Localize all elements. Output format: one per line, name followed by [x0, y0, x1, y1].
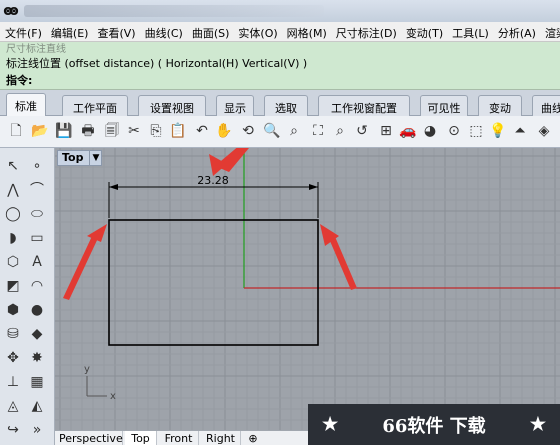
- watermark-star-left-icon: ★: [322, 414, 339, 435]
- toolbar-tab-bar: 标准 工作平面 设置视图 显示 选取 工作视窗配置 可见性 变动 曲线: [0, 90, 560, 117]
- shaded-view-icon[interactable]: ◕: [420, 121, 440, 141]
- tab-6[interactable]: 可见性: [420, 95, 468, 116]
- cylinder-icon[interactable]: ⛁: [3, 324, 23, 344]
- tab-1[interactable]: 工作平面: [62, 95, 128, 116]
- viewport-menu-caret-icon[interactable]: ▼: [89, 151, 99, 165]
- tab-5[interactable]: 工作视窗配置: [318, 95, 410, 116]
- menu-item[interactable]: 查看(V): [92, 22, 139, 41]
- title-text-blurred: [24, 5, 324, 17]
- watermark-star-right-icon: ★: [529, 414, 546, 435]
- title-bar: ꙭ: [0, 0, 560, 22]
- ellipse-icon[interactable]: ⬭: [27, 204, 47, 224]
- watermark-banner: ★ 66软件 下载 ★: [308, 404, 560, 445]
- zoom-selected-icon[interactable]: ⌕: [330, 121, 350, 141]
- layer-icon[interactable]: ⬚: [466, 121, 486, 141]
- zoom-extents-icon[interactable]: ⛶: [308, 121, 328, 141]
- material-icon[interactable]: ◈: [534, 121, 554, 141]
- box-icon[interactable]: ⬢: [3, 300, 23, 320]
- four-viewports-icon[interactable]: ⊞: [376, 121, 396, 141]
- command-history-line: 尺寸标注直线: [6, 44, 66, 55]
- group-icon[interactable]: ▦: [27, 372, 47, 392]
- tab-4[interactable]: 选取: [264, 95, 308, 116]
- viewport-title[interactable]: Top ▼: [57, 150, 103, 166]
- tab-3[interactable]: 显示: [216, 95, 254, 116]
- copy-icon[interactable]: ⎘: [146, 121, 166, 141]
- menu-item[interactable]: 工具(L): [447, 22, 493, 41]
- menu-item[interactable]: 曲面(S): [187, 22, 234, 41]
- paste-icon[interactable]: 📋: [168, 121, 188, 141]
- properties-icon[interactable]: 🗐: [102, 121, 122, 141]
- command-area: 尺寸标注直线 标注线位置 (offset distance) ( Horizon…: [0, 42, 560, 90]
- explode-icon[interactable]: ✸: [27, 348, 47, 368]
- menu-item[interactable]: 网格(M): [282, 22, 331, 41]
- viewport-tab-0[interactable]: Perspective: [59, 431, 123, 445]
- zoom-dynamic-icon[interactable]: 🔍: [262, 121, 282, 141]
- annotation-arrowhead-top: [209, 154, 227, 176]
- undo-icon[interactable]: ↶: [192, 121, 212, 141]
- light-bulb-icon[interactable]: 💡: [488, 121, 508, 141]
- select-arrow-icon[interactable]: ↖: [3, 156, 23, 176]
- viewport-tab-1[interactable]: Top: [125, 431, 157, 445]
- left-tool-palette: ↖ ∘ ⋀ ⌒ ◯ ⬭ ◗ ▭ ⬡ A ◩ ◠ ⬢ ● ⛁ ◆ ✥ ✸ ⊥ ▦ …: [0, 148, 55, 445]
- menu-bar: 文件(F) 编辑(E) 查看(V) 曲线(C) 曲面(S) 实体(O) 网格(M) 尺寸标注(…: [0, 22, 560, 42]
- menu-item[interactable]: 曲线(C): [140, 22, 187, 41]
- top-viewport[interactable]: 23.28 y x Top ▼: [55, 148, 560, 430]
- viewport-name[interactable]: Top: [62, 151, 83, 165]
- new-file-icon[interactable]: 🗋: [6, 121, 26, 141]
- circle-icon[interactable]: ◯: [3, 204, 23, 224]
- polygon-icon[interactable]: ⬡: [3, 252, 23, 272]
- surface-icon[interactable]: ◩: [3, 276, 23, 296]
- loft-icon[interactable]: ◠: [27, 276, 47, 296]
- curve-icon[interactable]: ⌒: [27, 180, 47, 200]
- transform-icon[interactable]: ✥: [3, 348, 23, 368]
- cplane-x-label: x: [110, 391, 116, 402]
- analysis-icon[interactable]: ◭: [27, 396, 47, 416]
- cplane-y-label: y: [84, 364, 90, 375]
- undo-view-icon[interactable]: ↺: [352, 121, 372, 141]
- osnap-icon[interactable]: ⊙: [444, 121, 464, 141]
- viewport-tab-3[interactable]: Right: [201, 431, 241, 445]
- rectangle-icon[interactable]: ▭: [27, 228, 47, 248]
- construction-grid: [55, 148, 560, 430]
- tab-8[interactable]: 曲线: [532, 95, 560, 116]
- sphere-icon[interactable]: ●: [27, 300, 47, 320]
- arc-icon[interactable]: ◗: [3, 228, 23, 248]
- point-icon[interactable]: ∘: [27, 156, 47, 176]
- menu-item[interactable]: 分析(A): [493, 22, 540, 41]
- paint-icon[interactable]: ◬: [3, 396, 23, 416]
- rotate-view-icon[interactable]: ⟲: [238, 121, 258, 141]
- tab-7[interactable]: 变动: [478, 95, 522, 116]
- more-tools-icon[interactable]: »: [27, 420, 47, 440]
- pan-hand-icon[interactable]: ✋: [214, 121, 234, 141]
- watermark-text: 66软件 下载: [382, 415, 486, 437]
- cone-icon[interactable]: ⏶: [510, 121, 530, 141]
- open-folder-icon[interactable]: 📂: [30, 121, 50, 141]
- mesh-icon[interactable]: ◆: [27, 324, 47, 344]
- menu-item[interactable]: 实体(O): [233, 22, 281, 41]
- menu-item[interactable]: 尺寸标注(D): [331, 22, 401, 41]
- tab-2[interactable]: 设置视图: [138, 95, 206, 116]
- polyline-icon[interactable]: ⋀: [3, 180, 23, 200]
- menu-item[interactable]: 编辑(E): [46, 22, 93, 41]
- standard-toolbar: 🗋 📂 💾 🖶 🗐 ✂ ⎘ 📋 ↶ ✋ ⟲ 🔍 ⌕ ⛶ ⌕ ↺ ⊞ 🚗 ◕ ⊙ …: [0, 116, 560, 148]
- menu-item[interactable]: 渲染(R): [540, 22, 560, 41]
- add-viewport-icon[interactable]: ⊕: [245, 431, 261, 445]
- tab-0[interactable]: 标准: [6, 93, 46, 117]
- zoom-window-icon[interactable]: ⌕: [284, 121, 304, 141]
- car-render-icon[interactable]: 🚗: [398, 121, 418, 141]
- text-icon[interactable]: A: [27, 252, 47, 272]
- command-input-label[interactable]: 指令:: [6, 72, 32, 88]
- rhino-logo-icon: ꙭ: [3, 3, 19, 19]
- boolean-icon[interactable]: ⊥: [3, 372, 23, 392]
- viewport-tab-2[interactable]: Front: [159, 431, 199, 445]
- save-icon[interactable]: 💾: [54, 121, 74, 141]
- trim-icon[interactable]: ↪: [3, 420, 23, 440]
- cut-icon[interactable]: ✂: [124, 121, 144, 141]
- menu-item[interactable]: 文件(F): [0, 22, 46, 41]
- print-icon[interactable]: 🖶: [78, 121, 98, 141]
- menu-item[interactable]: 变动(T): [401, 22, 447, 41]
- viewport-canvas[interactable]: 23.28 y x: [55, 148, 560, 430]
- cplane-axes-icon: y x: [84, 364, 116, 402]
- command-prompt: 标注线位置 (offset distance) ( Horizontal(H) …: [6, 57, 308, 70]
